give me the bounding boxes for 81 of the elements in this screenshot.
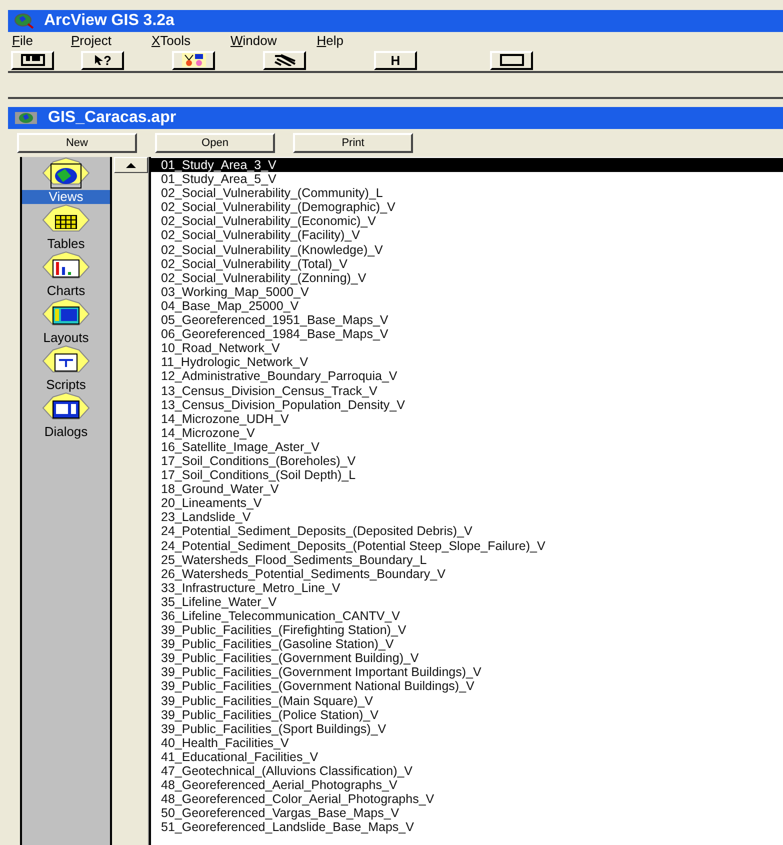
document-list-item[interactable]: 01_Study_Area_3_V	[151, 158, 783, 172]
stripes-icon	[272, 54, 296, 66]
document-list-item[interactable]: 25_Watersheds_Flood_Sediments_Boundary_L	[151, 552, 783, 567]
document-list-item[interactable]: 01_Study_Area_5_V	[151, 172, 783, 186]
document-list-item[interactable]: 10_Road_Network_V	[151, 341, 783, 356]
document-list-item[interactable]: 13_Census_Division_Population_Density_V	[151, 398, 783, 412]
scroll-up-button[interactable]	[114, 157, 148, 173]
document-list-item[interactable]: 51_Georeferenced_Landslide_Base_Maps_V	[151, 820, 783, 834]
document-list-item[interactable]: 39_Public_Facilities_(Gasoline Station)_V	[151, 637, 783, 652]
globe-icon	[14, 110, 38, 126]
window-title: GIS_Caracas.apr	[48, 109, 176, 127]
toolbar-button[interactable]	[11, 50, 54, 70]
document-list-item[interactable]: 13_Census_Division_Census_Track_V	[151, 384, 783, 398]
toolbar-button[interactable]: H	[374, 50, 417, 70]
document-list-item[interactable]: 24_Potential_Sediment_Deposits_(Potential Steep_Slope_Failure)_V	[151, 538, 783, 553]
document-list-item[interactable]: 05_Georeferenced_1951_Base_Maps_V	[151, 313, 783, 328]
document-list-item[interactable]: 39_Public_Facilities_(Police Station)_V	[151, 708, 783, 722]
document-list-item[interactable]: 41_Educational_Facilities_V	[151, 750, 783, 764]
floppy-icon	[20, 54, 44, 66]
scrollbar[interactable]	[114, 157, 149, 845]
menu-item[interactable]: Project	[58, 33, 118, 48]
window-title: ArcView GIS 3.2a	[44, 12, 174, 30]
document-list-item[interactable]: 17_Soil_Conditions_(Soil Depth)_L	[151, 468, 783, 482]
project-button[interactable]: New	[17, 133, 137, 153]
document-list-item[interactable]: 14_Microzone_V	[151, 426, 783, 440]
palette-icon	[182, 53, 206, 67]
toolbar-button[interactable]	[263, 50, 306, 70]
document-list-item[interactable]: 40_Health_Facilities_V	[151, 736, 783, 750]
document-list-item[interactable]: 33_Infrastructure_Metro_Line_V	[151, 580, 783, 595]
project-button[interactable]: Print	[293, 133, 413, 153]
document-list-item[interactable]: 03_Working_Map_5000_V	[151, 284, 783, 299]
toolbar-button[interactable]: ?	[81, 50, 124, 70]
document-list-item[interactable]: 39_Public_Facilities_(Main Square)_V	[151, 694, 783, 708]
document-list-item[interactable]: 02_Social_Vulnerability_(Community)_L	[151, 186, 783, 200]
toolbar-button[interactable]	[172, 50, 215, 70]
document-type-label[interactable]: Scripts	[22, 378, 110, 392]
project-button[interactable]: Open	[155, 133, 275, 153]
document-list-item[interactable]: 20_Lineaments_V	[151, 496, 783, 510]
document-list-item[interactable]: 17_Soil_Conditions_(Boreholes)_V	[151, 454, 783, 468]
document-list-item[interactable]: 06_Georeferenced_1984_Base_Maps_V	[151, 327, 783, 342]
document-type-label[interactable]: Tables	[22, 237, 110, 251]
document-list-item[interactable]: 36_Lifeline_Telecommunication_CANTV_V	[151, 609, 783, 624]
document-type-label[interactable]: Views	[22, 190, 110, 204]
document-list-item[interactable]: 04_Base_Map_25000_V	[151, 298, 783, 314]
document-list-item[interactable]: 14_Microzone_UDH_V	[151, 412, 783, 426]
document-list-item[interactable]: 39_Public_Facilities_(Government Building)_V	[151, 651, 783, 666]
document-list-item[interactable]: 02_Social_Vulnerability_(Demographic)_V	[151, 200, 783, 214]
document-list-item[interactable]: 02_Social_Vulnerability_(Facility)_V	[151, 228, 783, 243]
toolbar-button[interactable]	[490, 50, 533, 70]
document-list-item[interactable]: 23_Landslide_V	[151, 510, 783, 524]
document-list-item[interactable]: 11_Hydrologic_Network_V	[151, 355, 783, 370]
document-type-label[interactable]: Layouts	[22, 331, 110, 345]
document-list-item[interactable]: 48_Georeferenced_Aerial_Photographs_V	[151, 778, 783, 792]
document-list-item[interactable]: 48_Georeferenced_Color_Aerial_Photographs_V	[151, 792, 783, 806]
up-arrow-icon	[126, 162, 136, 168]
document-list-item[interactable]: 26_Watersheds_Potential_Sediments_Boundary_V	[151, 566, 783, 581]
document-list-item[interactable]: 50_Georeferenced_Vargas_Base_Maps_V	[151, 806, 783, 820]
globe-icon	[14, 13, 34, 29]
document-list-item[interactable]: 02_Social_Vulnerability_(Economic)_V	[151, 214, 783, 228]
document-list-item[interactable]: 39_Public_Facilities_(Government National Buildings)_V	[151, 679, 783, 694]
document-list-item[interactable]: 39_Public_Facilities_(Government Important Buildings)_V	[151, 665, 783, 680]
menu-item[interactable]: Window	[218, 33, 283, 48]
document-list-item[interactable]: 18_Ground_Water_V	[151, 482, 783, 496]
document-list-item[interactable]: 02_Social_Vulnerability_(Total)_V	[151, 256, 783, 271]
document-type-label[interactable]: Dialogs	[22, 425, 110, 439]
rectangle-icon	[500, 54, 524, 66]
globe-icon[interactable]	[41, 156, 91, 190]
pointer-icon	[94, 54, 104, 66]
document-list-item[interactable]: 16_Satellite_Image_Aster_V	[151, 440, 783, 454]
document-list-item[interactable]: 35_Lifeline_Water_V	[151, 594, 783, 609]
document-list-item[interactable]: 24_Potential_Sediment_Deposits_(Deposited Debris)_V	[151, 524, 783, 539]
document-list-item[interactable]: 12_Administrative_Boundary_Parroquia_V	[151, 369, 783, 384]
document-list-item[interactable]: 39_Public_Facilities_(Firefighting Station)_V	[151, 623, 783, 638]
document-list-item[interactable]: 47_Geotechnical_(Alluvions Classification)_V	[151, 764, 783, 778]
document-type-label[interactable]: Charts	[22, 284, 110, 298]
menu-item[interactable]: Help	[304, 33, 350, 48]
document-list-item[interactable]: 02_Social_Vulnerability_(Knowledge)_V	[151, 242, 783, 257]
menu-item[interactable]: File	[8, 33, 39, 48]
document-list-item[interactable]: 39_Public_Facilities_(Sport Buildings)_V	[151, 722, 783, 736]
document-list-item[interactable]: 02_Social_Vulnerability_(Zonning)_V	[151, 270, 783, 285]
menu-item[interactable]: XTools	[139, 33, 196, 48]
